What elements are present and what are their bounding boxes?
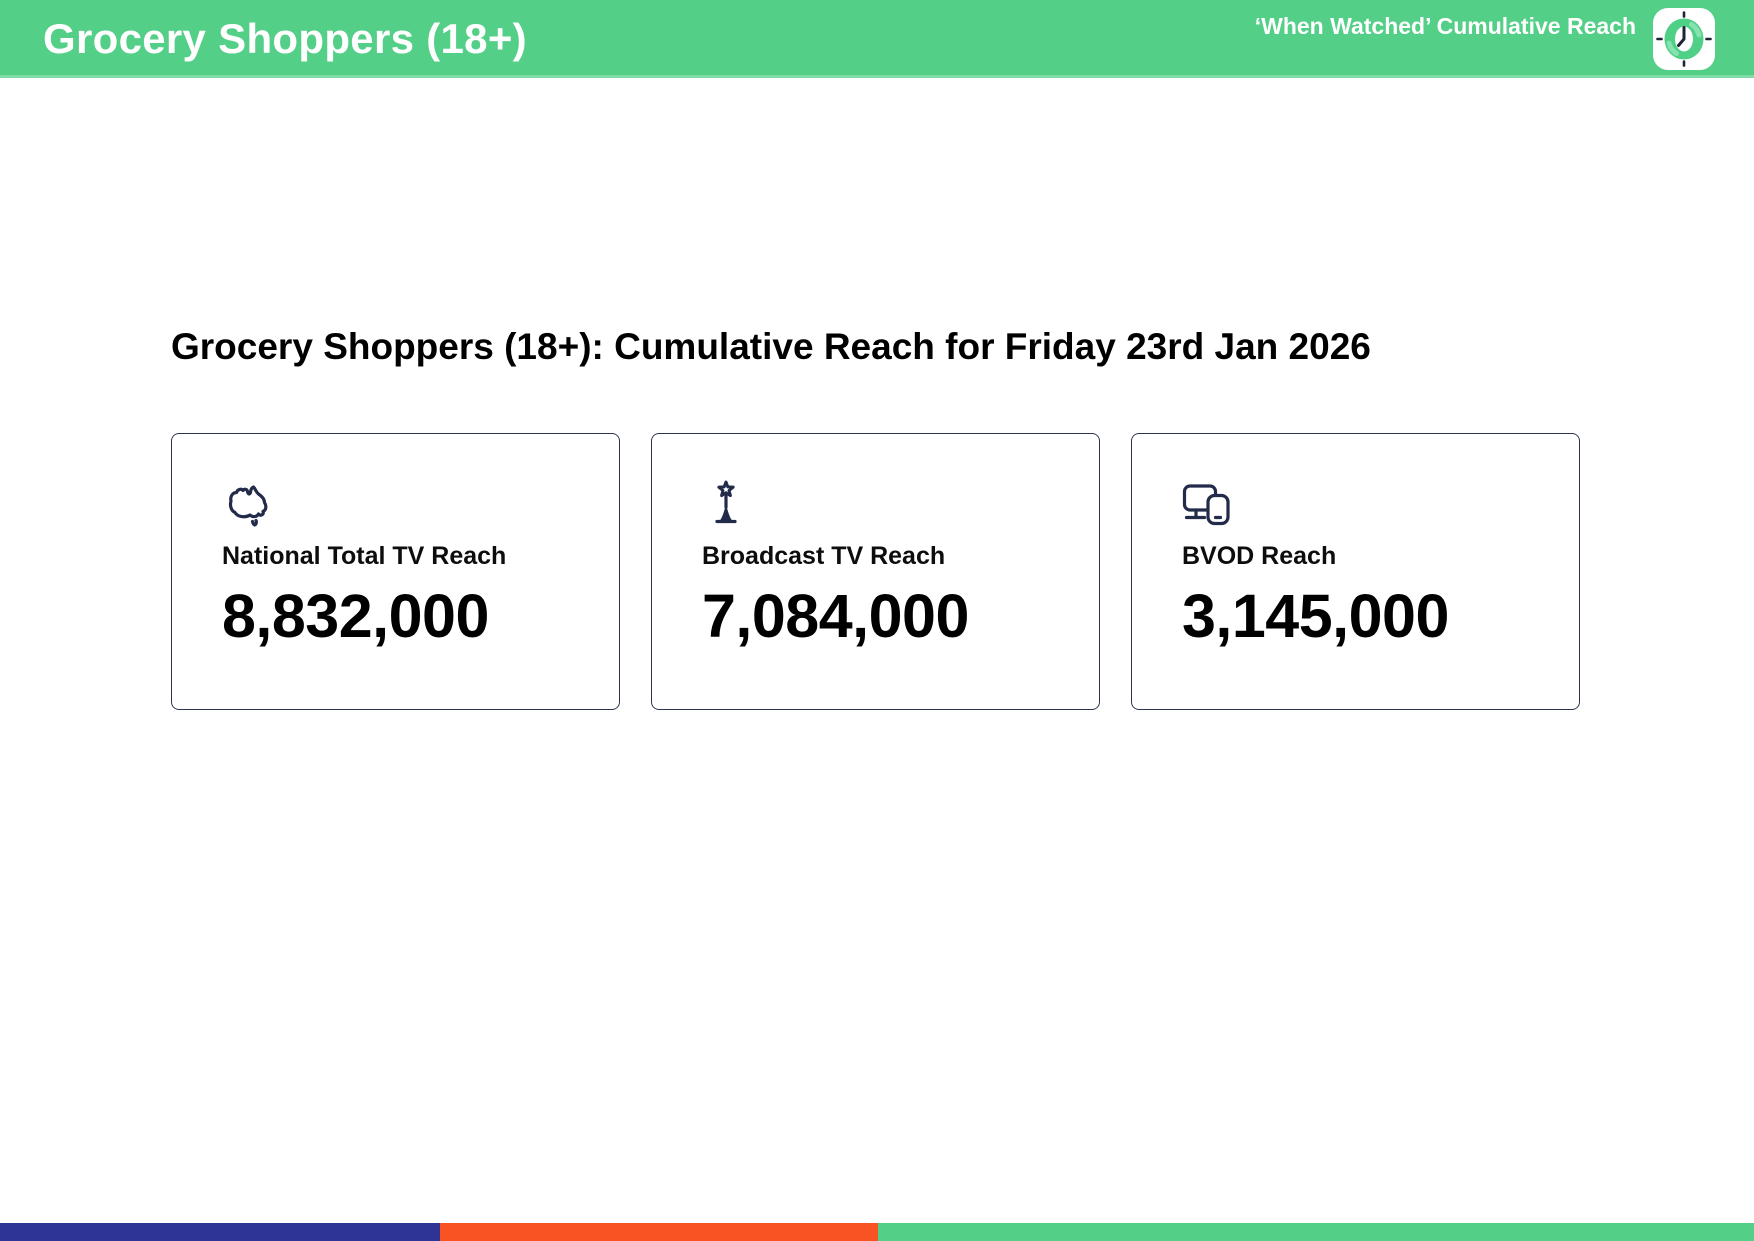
card-value: 3,145,000 <box>1182 581 1559 651</box>
devices-icon <box>1182 480 1559 528</box>
stripe-segment-blue <box>0 1223 440 1241</box>
australia-map-icon <box>222 480 599 528</box>
card-label: BVOD Reach <box>1182 542 1559 571</box>
brand-stripe <box>0 1223 1754 1241</box>
card-value: 7,084,000 <box>702 581 1079 651</box>
clock-icon <box>1653 8 1715 70</box>
stat-card-broadcast-tv-reach: Broadcast TV Reach 7,084,000 <box>651 433 1100 710</box>
main-content: Grocery Shoppers (18+): Cumulative Reach… <box>0 78 1754 710</box>
page-heading: Grocery Shoppers (18+): Cumulative Reach… <box>171 326 1754 368</box>
header-title: Grocery Shoppers (18+) <box>43 15 527 63</box>
card-label: National Total TV Reach <box>222 542 599 571</box>
stat-card-national-total-tv-reach: National Total TV Reach 8,832,000 <box>171 433 620 710</box>
stat-card-bvod-reach: BVOD Reach 3,145,000 <box>1131 433 1580 710</box>
header-subtitle: ‘When Watched’ Cumulative Reach <box>1255 13 1636 40</box>
app-header: Grocery Shoppers (18+) ‘When Watched’ Cu… <box>0 0 1754 78</box>
header-right-group: ‘When Watched’ Cumulative Reach <box>1255 8 1715 70</box>
card-label: Broadcast TV Reach <box>702 542 1079 571</box>
stat-cards-row: National Total TV Reach 8,832,000 Broadc… <box>171 433 1754 710</box>
stripe-segment-green <box>878 1223 1754 1241</box>
broadcast-tower-icon <box>702 480 1079 528</box>
card-value: 8,832,000 <box>222 581 599 651</box>
stripe-segment-orange <box>440 1223 878 1241</box>
